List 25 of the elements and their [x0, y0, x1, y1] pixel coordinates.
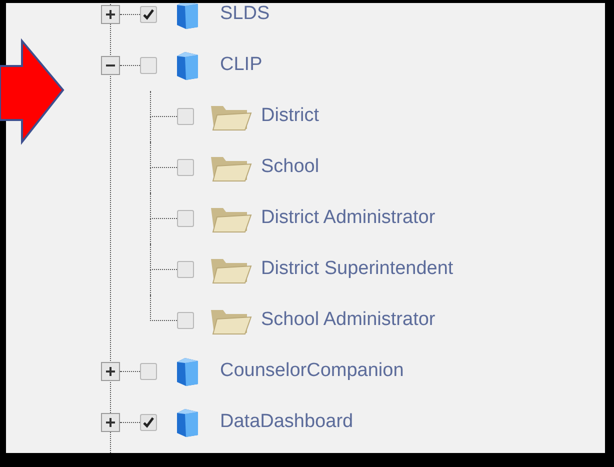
- node-label[interactable]: CounselorCompanion: [220, 357, 404, 386]
- checkbox[interactable]: [177, 159, 194, 176]
- collapse-toggle[interactable]: [101, 56, 120, 75]
- plus-icon: [105, 366, 116, 377]
- expand-toggle[interactable]: [101, 5, 120, 24]
- checkbox[interactable]: [140, 6, 157, 23]
- checkbox[interactable]: [140, 57, 157, 74]
- plus-icon: [105, 417, 116, 428]
- checkbox[interactable]: [177, 261, 194, 278]
- node-label[interactable]: DataDashboard: [220, 408, 354, 437]
- node-label[interactable]: District Superintendent: [261, 255, 454, 284]
- expand-toggle[interactable]: [101, 413, 120, 432]
- node-label[interactable]: School: [261, 153, 320, 182]
- checkbox[interactable]: [140, 363, 157, 380]
- checkbox[interactable]: [177, 210, 194, 227]
- node-label[interactable]: SLDS: [220, 3, 270, 29]
- node-label[interactable]: District Administrator: [261, 204, 436, 233]
- checkbox[interactable]: [177, 108, 194, 125]
- plus-icon: [105, 9, 116, 20]
- checkbox[interactable]: [140, 414, 157, 431]
- node-label[interactable]: District: [261, 102, 320, 131]
- checkbox[interactable]: [177, 312, 194, 329]
- node-label[interactable]: CLIP: [220, 51, 262, 80]
- node-label[interactable]: School Administrator: [261, 306, 436, 335]
- expand-toggle[interactable]: [101, 362, 120, 381]
